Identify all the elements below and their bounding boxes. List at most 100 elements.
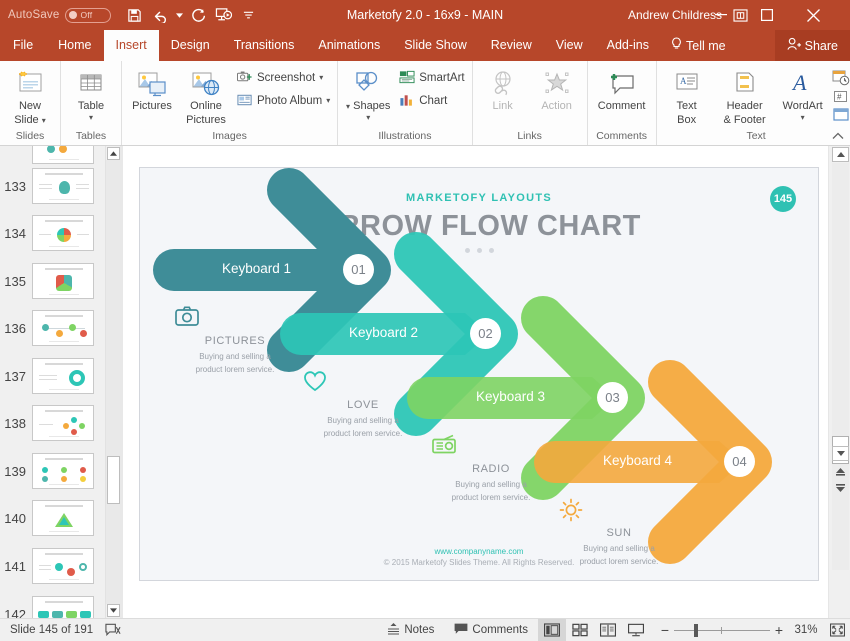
thumbnail-number-139: 139 (4, 463, 26, 479)
undo-dropdown-icon[interactable] (172, 3, 186, 27)
svg-text:#: # (837, 92, 842, 101)
notes-label: Notes (404, 624, 435, 636)
step-4-label: Keyboard 4 (603, 453, 673, 468)
slide-thumbnail-138[interactable] (32, 405, 94, 441)
autosave-toggle[interactable]: Off (65, 7, 112, 23)
share-button[interactable]: Share (774, 30, 850, 61)
date-time-button[interactable] (831, 68, 850, 87)
header-footer-button[interactable]: Header & Footer (715, 65, 775, 126)
tab-addins[interactable]: Add-ins (595, 30, 661, 61)
minimize-button[interactable] (698, 0, 744, 30)
feature-love-desc: Buying and selling a product lorem servi… (323, 416, 403, 438)
screenshot-icon (236, 70, 253, 87)
zoom-slider[interactable] (674, 619, 770, 641)
slide-thumbnail-135[interactable] (32, 263, 94, 299)
chart-button[interactable]: Chart (396, 90, 467, 112)
slide-thumbnail-pane[interactable]: 133 134 135 136 137 138 139 140 141 142 (0, 146, 105, 618)
tab-design[interactable]: Design (159, 30, 222, 61)
table-dropdown-icon[interactable]: ▾ (89, 114, 93, 122)
normal-view-button[interactable] (538, 618, 566, 641)
smartart-button[interactable]: SmartArt (396, 67, 467, 89)
slide-number-button[interactable]: # (831, 88, 850, 105)
radio-icon (431, 434, 551, 460)
current-slide[interactable]: MARKETOFY LAYOUTS ARROW FLOW CHART 145 K… (140, 168, 818, 580)
comments-button[interactable]: Comments (444, 619, 538, 641)
table-button[interactable]: Table ▾ (65, 65, 117, 122)
start-presentation-button[interactable] (211, 3, 236, 27)
comment-label: Comment (597, 100, 646, 112)
text-box-button[interactable]: A Text Box (661, 65, 713, 126)
zoom-slider-track (674, 629, 770, 631)
slide-thumbnail-137[interactable] (32, 358, 94, 394)
share-label: Share (804, 38, 838, 53)
tab-transitions[interactable]: Transitions (222, 30, 307, 61)
action-button[interactable]: Action (531, 65, 583, 112)
thumbnail-scroll-down-button[interactable] (107, 604, 120, 617)
collapse-ribbon-button[interactable] (832, 131, 844, 143)
step-2-number: 02 (470, 318, 501, 349)
zoom-in-button[interactable]: + (770, 622, 788, 638)
photo-album-button[interactable]: Photo Album ▾ (234, 90, 333, 112)
spelling-icon[interactable] (105, 623, 121, 637)
slide-thumbnail[interactable] (32, 146, 94, 164)
slide-thumbnail-139[interactable] (32, 453, 94, 489)
slide-thumbnail-142[interactable] (32, 596, 94, 618)
undo-button[interactable] (147, 3, 172, 27)
tell-me-search[interactable]: Tell me (661, 30, 736, 61)
save-button[interactable] (122, 3, 147, 27)
shapes-button[interactable]: ▾ Shapes ▾ (342, 65, 394, 122)
object-button[interactable] (831, 106, 850, 123)
notes-button[interactable]: Notes (377, 619, 444, 641)
slide-thumbnail-141[interactable] (32, 548, 94, 584)
tab-file[interactable]: File (0, 30, 46, 61)
screenshot-button[interactable]: Screenshot ▾ (234, 67, 333, 89)
zoom-slider-handle[interactable] (694, 623, 698, 637)
slide-vertical-scrollbar[interactable] (828, 146, 850, 618)
maximize-button[interactable] (744, 0, 790, 30)
wordart-button[interactable]: A WordArt ▾ (777, 65, 829, 122)
online-pictures-button[interactable]: Online Pictures (180, 65, 232, 126)
link-button[interactable]: Link (477, 65, 529, 112)
zoom-control[interactable]: − + 31% (650, 619, 850, 641)
reading-view-button[interactable] (594, 619, 622, 641)
screenshot-dropdown-icon[interactable]: ▾ (319, 74, 323, 82)
slide-show-button[interactable] (622, 619, 650, 641)
photo-album-dropdown-icon[interactable]: ▾ (326, 97, 330, 105)
thumbnail-scrollbar-track[interactable] (106, 160, 121, 604)
slide-sorter-view-button[interactable] (566, 619, 594, 641)
zoom-out-button[interactable]: − (656, 622, 674, 638)
slide-editing-area[interactable]: MARKETOFY LAYOUTS ARROW FLOW CHART 145 K… (123, 146, 828, 618)
slide-thumbnail-134[interactable] (32, 215, 94, 251)
thumbnail-scroll-up-button[interactable] (107, 147, 120, 160)
footer-copyright: © 2015 Marketofy Slides Theme. All Right… (383, 558, 575, 567)
tab-review[interactable]: Review (479, 30, 544, 61)
wordart-dropdown-icon[interactable]: ▾ (801, 114, 805, 122)
next-slide-button[interactable] (832, 480, 849, 495)
tab-home[interactable]: Home (46, 30, 103, 61)
feature-love-name: LOVE (347, 399, 379, 411)
zoom-percentage[interactable]: 31% (788, 624, 824, 636)
slide-thumbnail-140[interactable] (32, 500, 94, 536)
vscroll-up-button[interactable] (832, 147, 849, 162)
shapes-dropdown-icon[interactable]: ▾ (366, 114, 370, 122)
close-button[interactable] (790, 0, 836, 30)
smartart-icon (399, 70, 415, 87)
vscroll-down-button[interactable] (832, 446, 849, 461)
tab-slide-show[interactable]: Slide Show (392, 30, 479, 61)
new-slide-button[interactable]: New Slide ▾ (4, 65, 56, 126)
tab-animations[interactable]: Animations (306, 30, 392, 61)
previous-slide-button[interactable] (832, 464, 849, 479)
thumbnail-scrollbar[interactable] (105, 146, 121, 618)
customize-qat-button[interactable] (236, 3, 261, 27)
comment-button[interactable]: Comment (592, 65, 652, 112)
slide-thumbnail-136[interactable] (32, 310, 94, 346)
tab-insert[interactable]: Insert (103, 30, 159, 61)
pictures-button[interactable]: Pictures (126, 65, 178, 112)
redo-button[interactable] (186, 3, 211, 27)
thumbnail-scrollbar-thumb[interactable] (107, 456, 120, 504)
vscroll-track[interactable] (832, 163, 849, 570)
slide-thumbnail-133[interactable] (32, 168, 94, 204)
slide-counter[interactable]: Slide 145 of 191 (10, 624, 93, 636)
tab-view[interactable]: View (544, 30, 595, 61)
fit-slide-to-window-button[interactable] (824, 623, 850, 637)
